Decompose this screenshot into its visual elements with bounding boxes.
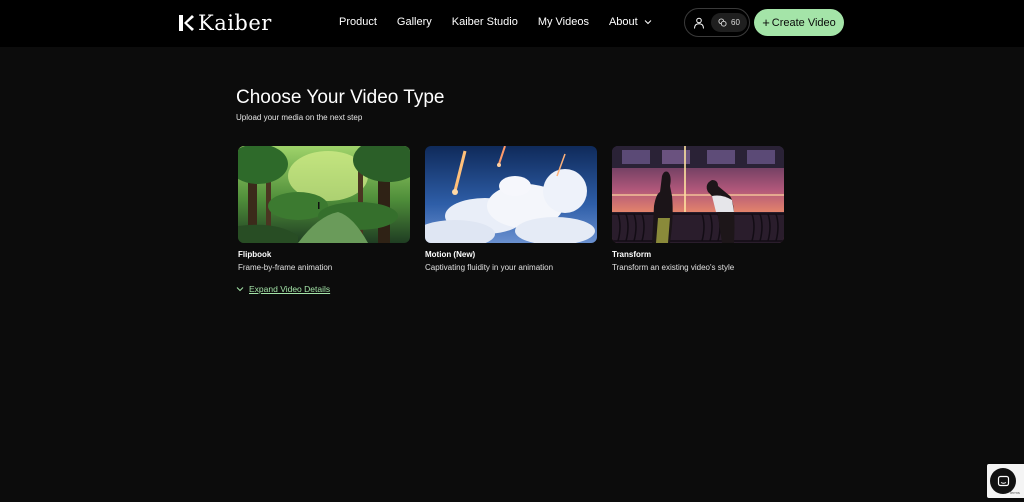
create-video-label: Create Video xyxy=(771,16,836,29)
nav-product-label: Product xyxy=(339,16,377,28)
sky-clouds-illustration xyxy=(425,146,597,243)
card-description: Frame-by-frame animation xyxy=(238,263,333,272)
card-title: Motion (New) xyxy=(425,250,476,259)
nav-kaiber-studio[interactable]: Kaiber Studio xyxy=(452,16,518,28)
chevron-down-icon xyxy=(236,287,244,292)
create-video-button[interactable]: + Create Video xyxy=(754,9,844,36)
credits-badge: 60 xyxy=(711,13,747,32)
page-title: Choose Your Video Type xyxy=(236,87,445,108)
nav-gallery-label: Gallery xyxy=(396,16,432,28)
chevron-down-icon xyxy=(644,20,652,25)
recaptcha-terms[interactable]: Terms xyxy=(1009,490,1020,495)
nav-my-videos[interactable]: My Videos xyxy=(538,16,589,28)
kaiber-logo-icon xyxy=(179,15,194,31)
plus-icon: + xyxy=(762,15,770,30)
nav-about[interactable]: About xyxy=(609,16,652,28)
page-subtitle: Upload your media on the next step xyxy=(236,113,363,122)
expand-video-details-link[interactable]: Expand Video Details xyxy=(236,284,330,294)
sunset-balcony-illustration xyxy=(612,146,784,243)
main-nav: Product Gallery Kaiber Studio My Videos … xyxy=(339,16,672,28)
card-title: Flipbook xyxy=(238,250,272,259)
video-type-card-transform[interactable]: Transform Transform an existing video's … xyxy=(612,146,784,272)
card-description: Captivating fluidity in your animation xyxy=(425,263,554,272)
video-type-card-motion[interactable]: Motion (New) Captivating fluidity in you… xyxy=(425,146,597,272)
card-title: Transform xyxy=(612,250,652,259)
nav-gallery[interactable]: Gallery xyxy=(397,16,432,28)
nav-my-videos-label: My Videos xyxy=(537,16,589,28)
flipbook-thumbnail[interactable] xyxy=(238,146,410,243)
nav-kaiber-studio-label: Kaiber Studio xyxy=(451,16,518,28)
kaiber-logo[interactable]: Kaiber xyxy=(178,12,272,34)
top-nav-bar: Kaiber Product Gallery Kaiber Studio My … xyxy=(0,0,1024,47)
brand-name: Kaiber xyxy=(198,11,272,35)
video-type-card-flipbook[interactable]: Flipbook Frame-by-frame animation xyxy=(238,146,410,272)
user-icon xyxy=(694,17,704,29)
expand-video-details-label: Expand Video Details xyxy=(249,284,331,294)
account-menu[interactable]: 60 xyxy=(684,8,750,37)
credits-icon xyxy=(718,18,727,27)
motion-thumbnail[interactable] xyxy=(425,146,597,243)
nav-about-label: About xyxy=(608,16,638,28)
chat-icon xyxy=(997,475,1009,486)
card-description: Transform an existing video's style xyxy=(612,263,735,272)
forest-illustration xyxy=(238,146,410,243)
nav-product[interactable]: Product xyxy=(339,16,377,28)
transform-thumbnail[interactable] xyxy=(612,146,784,243)
credits-count: 60 xyxy=(731,18,740,27)
